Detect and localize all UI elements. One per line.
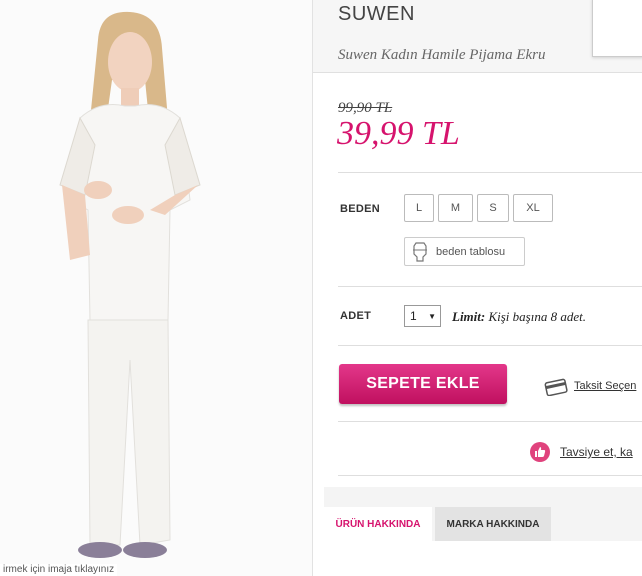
brand-name[interactable]: SUWEN bbox=[338, 3, 415, 26]
recommend-link[interactable]: Tavsiye et, ka bbox=[530, 442, 633, 462]
size-option-s[interactable]: S bbox=[477, 194, 509, 222]
tab-content bbox=[324, 541, 642, 576]
product-image[interactable]: irmek için imaja tıklayınız bbox=[0, 0, 313, 576]
product-title: Suwen Kadın Hamile Pijama Ekru bbox=[338, 47, 546, 63]
credit-card-icon bbox=[544, 378, 568, 396]
add-to-cart-button[interactable]: SEPETE EKLE bbox=[339, 364, 507, 404]
size-chart-button[interactable]: beden tablosu bbox=[404, 237, 525, 266]
size-option-l[interactable]: L bbox=[404, 194, 434, 222]
divider bbox=[338, 421, 642, 422]
divider bbox=[338, 475, 642, 476]
divider bbox=[338, 172, 642, 173]
corner-panel[interactable] bbox=[592, 0, 642, 57]
size-chart-label: beden tablosu bbox=[436, 245, 506, 258]
thumbs-up-icon bbox=[530, 442, 550, 462]
sale-price: 39,99 TL bbox=[337, 115, 460, 152]
chevron-down-icon: ▼ bbox=[428, 312, 436, 321]
quantity-value: 1 bbox=[410, 309, 417, 323]
recommend-label: Tavsiye et, ka bbox=[560, 445, 633, 459]
model-photo bbox=[59, 11, 201, 558]
quantity-select[interactable]: 1 ▼ bbox=[404, 305, 441, 327]
limit-label: Limit: bbox=[452, 309, 486, 324]
size-label: BEDEN bbox=[340, 203, 381, 215]
size-chart-icon bbox=[413, 241, 427, 262]
divider bbox=[338, 345, 642, 346]
size-option-xl[interactable]: XL bbox=[513, 194, 553, 222]
tab-product-info[interactable]: ÜRÜN HAKKINDA bbox=[324, 507, 432, 541]
purchase-limit: Limit: Kişi başına 8 adet. bbox=[452, 309, 586, 325]
limit-text: Kişi başına 8 adet. bbox=[485, 309, 586, 324]
installment-link[interactable]: Taksit Seçen bbox=[544, 376, 636, 396]
tab-brand-info[interactable]: MARKA HAKKINDA bbox=[435, 507, 551, 541]
size-option-m[interactable]: M bbox=[438, 194, 473, 222]
quantity-label: ADET bbox=[340, 310, 372, 322]
installment-label: Taksit Seçen bbox=[574, 380, 637, 392]
divider bbox=[338, 286, 642, 287]
product-details: SUWEN Suwen Kadın Hamile Pijama Ekru 99,… bbox=[313, 0, 642, 576]
image-caption[interactable]: irmek için imaja tıklayınız bbox=[0, 564, 118, 576]
